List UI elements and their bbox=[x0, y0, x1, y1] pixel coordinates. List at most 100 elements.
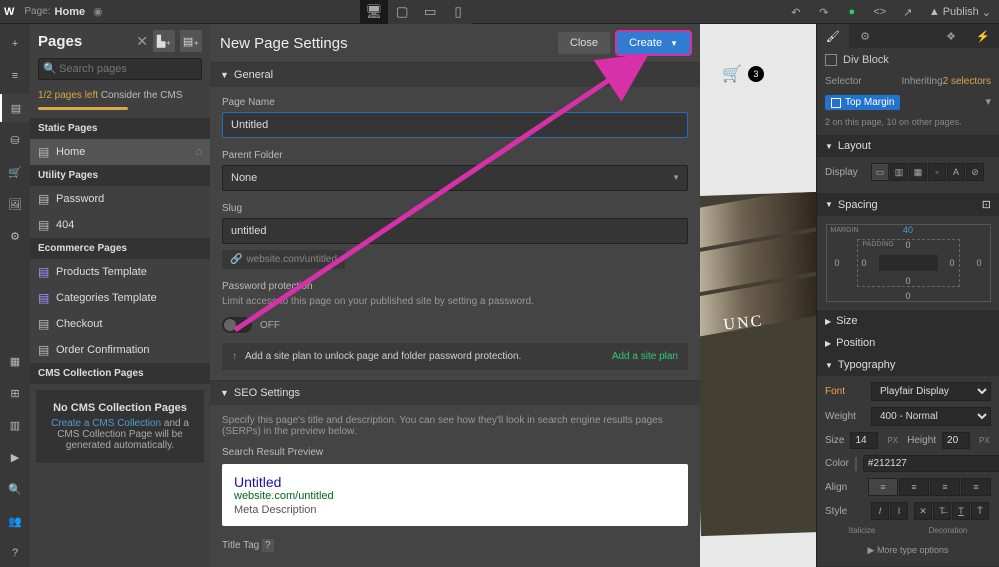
padding-left-value[interactable]: 0 bbox=[862, 258, 867, 268]
page-item-home[interactable]: ▤ Home ⌂ bbox=[30, 139, 210, 165]
page-item-checkout[interactable]: ▤Checkout bbox=[30, 311, 210, 337]
undo-icon[interactable]: ↶ bbox=[785, 0, 807, 24]
class-chip[interactable]: Top Margin bbox=[825, 95, 900, 110]
font-select[interactable]: Playfair Display bbox=[871, 382, 991, 401]
grid-icon[interactable]: ⊞ bbox=[0, 379, 30, 407]
height-input[interactable] bbox=[942, 432, 970, 449]
publish-button[interactable]: ▲ Publish ⌄ bbox=[929, 6, 991, 19]
page-item-products[interactable]: ▤Products Template bbox=[30, 259, 210, 285]
align-right-icon[interactable]: ≡ bbox=[930, 478, 960, 496]
page-name-input[interactable] bbox=[222, 112, 688, 138]
padding-right-value[interactable]: 0 bbox=[949, 258, 954, 268]
pages-panel-icon[interactable]: ▤ bbox=[0, 94, 30, 122]
password-toggle[interactable]: OFF bbox=[222, 317, 688, 333]
display-inline-block-icon[interactable]: ▫ bbox=[928, 163, 946, 181]
deco-over-icon[interactable]: T̄ bbox=[971, 502, 989, 520]
page-item-404[interactable]: ▤404 bbox=[30, 212, 210, 238]
new-page-button[interactable]: ▤₊ bbox=[180, 30, 202, 52]
device-desktop-icon[interactable]: 🖥 bbox=[360, 0, 388, 24]
deco-underline-icon[interactable]: T bbox=[952, 502, 970, 520]
close-pages-icon[interactable]: ✕ bbox=[136, 33, 148, 50]
export-icon[interactable]: ↗ bbox=[897, 0, 919, 24]
align-center-icon[interactable]: ≡ bbox=[899, 478, 929, 496]
margin-left-value[interactable]: 0 bbox=[835, 258, 840, 268]
weight-select[interactable]: 400 - Normal bbox=[871, 407, 991, 426]
help-icon[interactable]: ? bbox=[262, 539, 274, 552]
position-head[interactable]: ▶Position bbox=[817, 332, 999, 354]
more-type-options[interactable]: ▶ More type options bbox=[825, 541, 991, 560]
deco-strike-icon[interactable]: T̶ bbox=[933, 502, 951, 520]
search-rail-icon[interactable]: 🔍 bbox=[0, 475, 30, 503]
create-button[interactable]: Create ▼ bbox=[617, 32, 690, 54]
general-section-head[interactable]: ▼ General bbox=[210, 63, 700, 87]
chevron-down-icon[interactable]: ▾ bbox=[985, 95, 991, 110]
preview-eye-icon[interactable]: ◉ bbox=[93, 5, 103, 18]
assets-icon[interactable]: 🖼 bbox=[0, 190, 30, 218]
create-cms-link[interactable]: Create a CMS Collection bbox=[51, 418, 161, 429]
italic-off-icon[interactable]: I bbox=[890, 502, 908, 520]
close-button[interactable]: Close bbox=[558, 32, 610, 54]
w-logo-icon[interactable]: W bbox=[4, 6, 14, 18]
device-tablet-landscape-icon[interactable]: ▭ bbox=[416, 0, 444, 24]
add-site-plan-link[interactable]: Add a site plan bbox=[612, 351, 678, 362]
deco-none-icon[interactable]: ✕ bbox=[914, 502, 932, 520]
page-item-order-conf[interactable]: ▤Order Confirmation bbox=[30, 337, 210, 363]
code-icon[interactable]: <> bbox=[869, 0, 891, 24]
parent-folder-select[interactable]: None bbox=[222, 165, 688, 191]
align-left-icon[interactable]: ≡ bbox=[868, 478, 898, 496]
page-item-categories[interactable]: ▤Categories Template bbox=[30, 285, 210, 311]
navigator-icon[interactable]: ≡ bbox=[0, 62, 30, 90]
margin-top-value[interactable]: 40 bbox=[903, 225, 913, 235]
display-inline-icon[interactable]: A bbox=[947, 163, 965, 181]
size-input[interactable] bbox=[850, 432, 878, 449]
color-input[interactable] bbox=[863, 455, 999, 472]
padding-top-value[interactable]: 0 bbox=[905, 240, 910, 250]
search-pages-input[interactable] bbox=[38, 58, 202, 80]
size-head[interactable]: ▶Size bbox=[817, 310, 999, 332]
device-mobile-icon[interactable]: ▯ bbox=[444, 0, 472, 24]
settings-rail-icon[interactable]: ⚙ bbox=[0, 222, 30, 250]
spacing-head[interactable]: ▼Spacing⊡ bbox=[817, 193, 999, 216]
redo-icon[interactable]: ↷ bbox=[813, 0, 835, 24]
ecommerce-icon[interactable]: 🛒 bbox=[0, 158, 30, 186]
display-grid-icon[interactable]: ▦ bbox=[909, 163, 927, 181]
align-justify-icon[interactable]: ≡ bbox=[961, 478, 991, 496]
status-ok-icon[interactable]: ● bbox=[841, 0, 863, 24]
seo-section-head[interactable]: ▼ SEO Settings bbox=[210, 381, 700, 405]
layout-head[interactable]: ▼Layout bbox=[817, 135, 999, 157]
tab-settings-gear-icon[interactable]: ⚙ bbox=[849, 24, 881, 48]
tab-style-brush-icon[interactable]: 🖌 bbox=[817, 24, 849, 48]
interactions-icon[interactable]: ▦ bbox=[0, 347, 30, 375]
toggle-switch[interactable] bbox=[222, 317, 252, 333]
padding-bottom-value[interactable]: 0 bbox=[905, 276, 910, 286]
color-swatch[interactable] bbox=[855, 457, 857, 471]
display-block-icon[interactable]: ▭ bbox=[871, 163, 889, 181]
design-canvas[interactable]: 🛒 3 UNC bbox=[700, 24, 816, 567]
expand-icon[interactable]: ⊡ bbox=[982, 198, 991, 211]
inheriting-link[interactable]: 2 selectors bbox=[943, 76, 991, 87]
display-none-icon[interactable]: ⊘ bbox=[966, 163, 984, 181]
pages-title: Pages bbox=[38, 33, 134, 50]
video-icon[interactable]: ▶ bbox=[0, 443, 30, 471]
display-flex-icon[interactable]: ▥ bbox=[890, 163, 908, 181]
tab-interactions-icon[interactable]: ❖ bbox=[935, 24, 967, 48]
instance-count: 2 on this page, 10 on other pages. bbox=[817, 114, 999, 135]
typography-head[interactable]: ▼Typography bbox=[817, 354, 999, 376]
selected-element: Div Block bbox=[817, 48, 999, 72]
cms-icon[interactable]: ⛁ bbox=[0, 126, 30, 154]
audit-icon[interactable]: ▥ bbox=[0, 411, 30, 439]
spacing-editor[interactable]: MARGIN PADDING 40 0 0 0 0 0 0 0 bbox=[826, 224, 991, 302]
add-element-icon[interactable]: + bbox=[0, 30, 30, 58]
page-item-password[interactable]: ▤Password bbox=[30, 186, 210, 212]
margin-bottom-value[interactable]: 0 bbox=[905, 291, 910, 301]
tab-effects-icon[interactable]: ⚡ bbox=[967, 24, 999, 48]
italic-icon[interactable]: I bbox=[871, 502, 889, 520]
help-icon[interactable]: ? bbox=[0, 539, 30, 567]
current-page-name[interactable]: Home bbox=[55, 6, 86, 18]
slug-input[interactable] bbox=[222, 218, 688, 244]
cart-widget[interactable]: 🛒 3 bbox=[722, 64, 764, 84]
device-tablet-icon[interactable]: ▢ bbox=[388, 0, 416, 24]
new-folder-button[interactable]: ▙₊ bbox=[153, 30, 175, 52]
people-icon[interactable]: 👥 bbox=[0, 507, 30, 535]
margin-right-value[interactable]: 0 bbox=[976, 258, 981, 268]
